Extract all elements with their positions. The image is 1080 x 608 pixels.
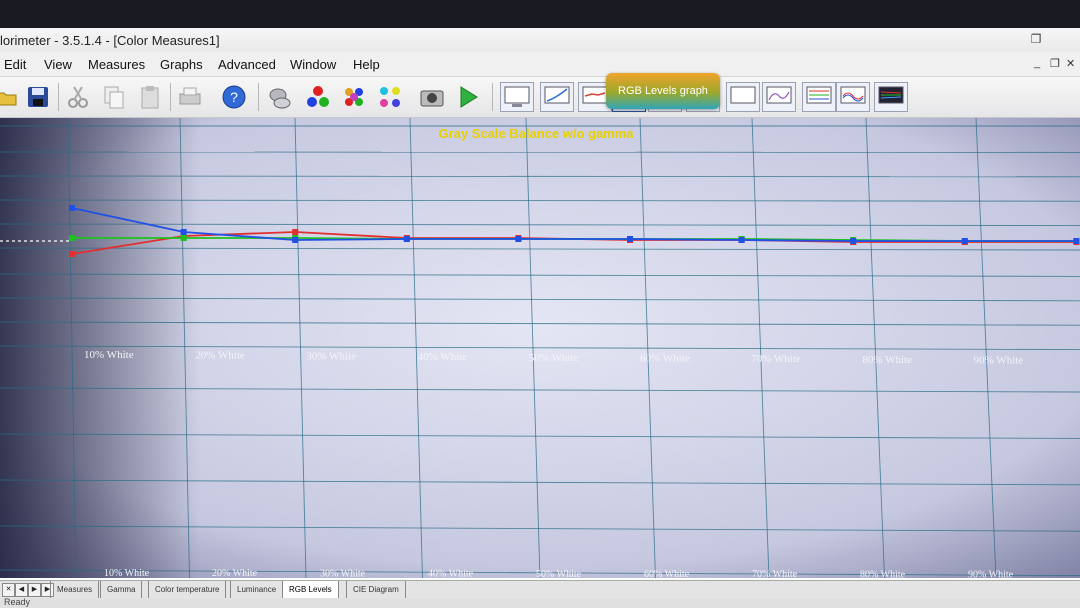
tab-next-button[interactable]: ▶ <box>28 583 41 597</box>
cut-icon[interactable] <box>64 83 92 111</box>
toolbar: ? RGB Levels graph <box>0 73 1080 118</box>
tab-gamma[interactable]: Gamma <box>100 581 143 598</box>
series-point <box>69 235 75 241</box>
gamma-graph-icon <box>544 86 570 104</box>
category-label: 90% White <box>974 355 1024 367</box>
series-point <box>738 237 745 243</box>
series-point <box>1073 238 1080 244</box>
category-label: 30% White <box>306 350 356 362</box>
category-label: 60% White <box>640 353 690 365</box>
app-window: lorimeter - 3.5.1.4 - [Color Measures1] … <box>0 28 1080 608</box>
rgb-levels-graph: Gray Scale Balance w/o gamma 10% White 20… <box>0 118 1080 578</box>
tooltip: RGB Levels graph <box>606 73 720 109</box>
print-icon[interactable] <box>176 83 204 111</box>
status-bar: Ready <box>0 597 1080 608</box>
category-label: 60% White <box>644 569 690 578</box>
dark-graph-button[interactable] <box>874 82 908 112</box>
series-point <box>403 236 410 242</box>
graph-monitor-button[interactable] <box>500 82 534 112</box>
spectrum-graph-icon <box>766 86 792 104</box>
color-set-icon[interactable] <box>376 83 404 111</box>
temperature-graph-icon <box>582 86 608 104</box>
series-point <box>961 238 968 244</box>
spectrum-graph-button[interactable] <box>762 82 796 112</box>
category-label: 40% White <box>428 569 474 578</box>
menu-view[interactable]: View <box>44 57 72 72</box>
series-point <box>180 229 187 235</box>
category-labels-bottom: 10% White 20% White 30% White 40% White 50% … <box>104 568 1014 578</box>
series-point <box>292 229 299 235</box>
series-point <box>180 235 187 241</box>
tab-prev-button[interactable]: ◀ <box>15 583 28 597</box>
copy-icon[interactable] <box>100 83 128 111</box>
restore-icon[interactable]: ❐ <box>1026 30 1046 48</box>
tab-rgb-levels[interactable]: RGB Levels <box>282 581 339 598</box>
series-point <box>850 238 857 244</box>
series-point <box>69 251 75 257</box>
multi-series-graph-button[interactable] <box>802 82 836 112</box>
camera-icon[interactable] <box>418 83 446 111</box>
blank-graph-button[interactable] <box>726 82 760 112</box>
toolbar-separator <box>258 83 259 111</box>
wave-graph-button[interactable] <box>836 82 870 112</box>
tab-measures[interactable]: Measures <box>50 581 100 598</box>
series-point <box>292 237 299 243</box>
menu-graphs[interactable]: Graphs <box>160 57 203 72</box>
category-label: 20% White <box>195 350 245 362</box>
multi-series-icon <box>806 86 832 104</box>
mdi-minimize-icon[interactable]: _ <box>1034 57 1040 69</box>
category-label: 80% White <box>860 569 906 578</box>
menu-window[interactable]: Window <box>290 57 336 72</box>
category-label: 10% White <box>84 349 134 361</box>
svg-text:?: ? <box>230 89 238 105</box>
menu-bar: Edit View Measures Graphs Advanced Windo… <box>0 52 1080 77</box>
rgb-balls-icon[interactable] <box>304 83 332 111</box>
category-label: 90% White <box>968 570 1014 578</box>
wave-graph-icon <box>840 86 866 104</box>
category-label: 20% White <box>212 568 258 578</box>
toolbar-separator <box>170 83 171 111</box>
play-icon[interactable] <box>454 83 482 111</box>
graph-edge-shade <box>0 118 200 578</box>
series-point <box>627 236 633 242</box>
menu-advanced[interactable]: Advanced <box>218 57 276 72</box>
monitor-icon <box>730 86 756 104</box>
menu-edit[interactable]: Edit <box>4 57 26 72</box>
status-text: Ready <box>4 597 31 607</box>
multi-color-icon[interactable] <box>340 83 368 111</box>
category-label: 10% White <box>104 568 150 578</box>
series-point <box>69 205 75 211</box>
menu-help[interactable]: Help <box>353 57 380 72</box>
category-label: 80% White <box>862 354 912 366</box>
tab-first-button[interactable]: ✕ <box>2 583 15 597</box>
mdi-close-icon[interactable]: ✕ <box>1066 57 1075 70</box>
help-icon[interactable]: ? <box>220 83 248 111</box>
tab-cie-diagram[interactable]: CIE Diagram <box>346 581 406 598</box>
graph-tab-strip: ✕ ◀ ▶ ▶ Measures Gamma Color temperature… <box>0 580 1080 599</box>
title-bar: lorimeter - 3.5.1.4 - [Color Measures1] … <box>0 28 1080 53</box>
paste-icon[interactable] <box>136 83 164 111</box>
category-label: 50% White <box>536 569 582 578</box>
monitor-icon <box>504 86 530 107</box>
open-icon[interactable] <box>0 83 20 111</box>
window-title: lorimeter - 3.5.1.4 - [Color Measures1] <box>0 33 220 48</box>
category-label: 70% White <box>752 569 798 578</box>
dark-graph-icon <box>878 86 904 104</box>
toolbar-separator <box>58 83 59 111</box>
mdi-restore-icon[interactable]: ❐ <box>1050 57 1060 70</box>
category-label: 40% White <box>418 351 468 363</box>
gamma-graph-button[interactable] <box>540 82 574 112</box>
chart-title: Gray Scale Balance w/o gamma <box>438 126 634 141</box>
tab-color-temperature[interactable]: Color temperature <box>148 581 227 598</box>
category-label: 30% White <box>320 568 366 578</box>
tab-luminance[interactable]: Luminance <box>230 581 284 598</box>
save-icon[interactable] <box>24 83 52 111</box>
series-point <box>515 236 522 242</box>
probe-icon[interactable] <box>266 83 294 111</box>
category-label: 70% White <box>751 353 801 365</box>
menu-measures[interactable]: Measures <box>88 57 145 72</box>
toolbar-separator <box>492 83 493 111</box>
category-label: 50% White <box>529 352 579 364</box>
